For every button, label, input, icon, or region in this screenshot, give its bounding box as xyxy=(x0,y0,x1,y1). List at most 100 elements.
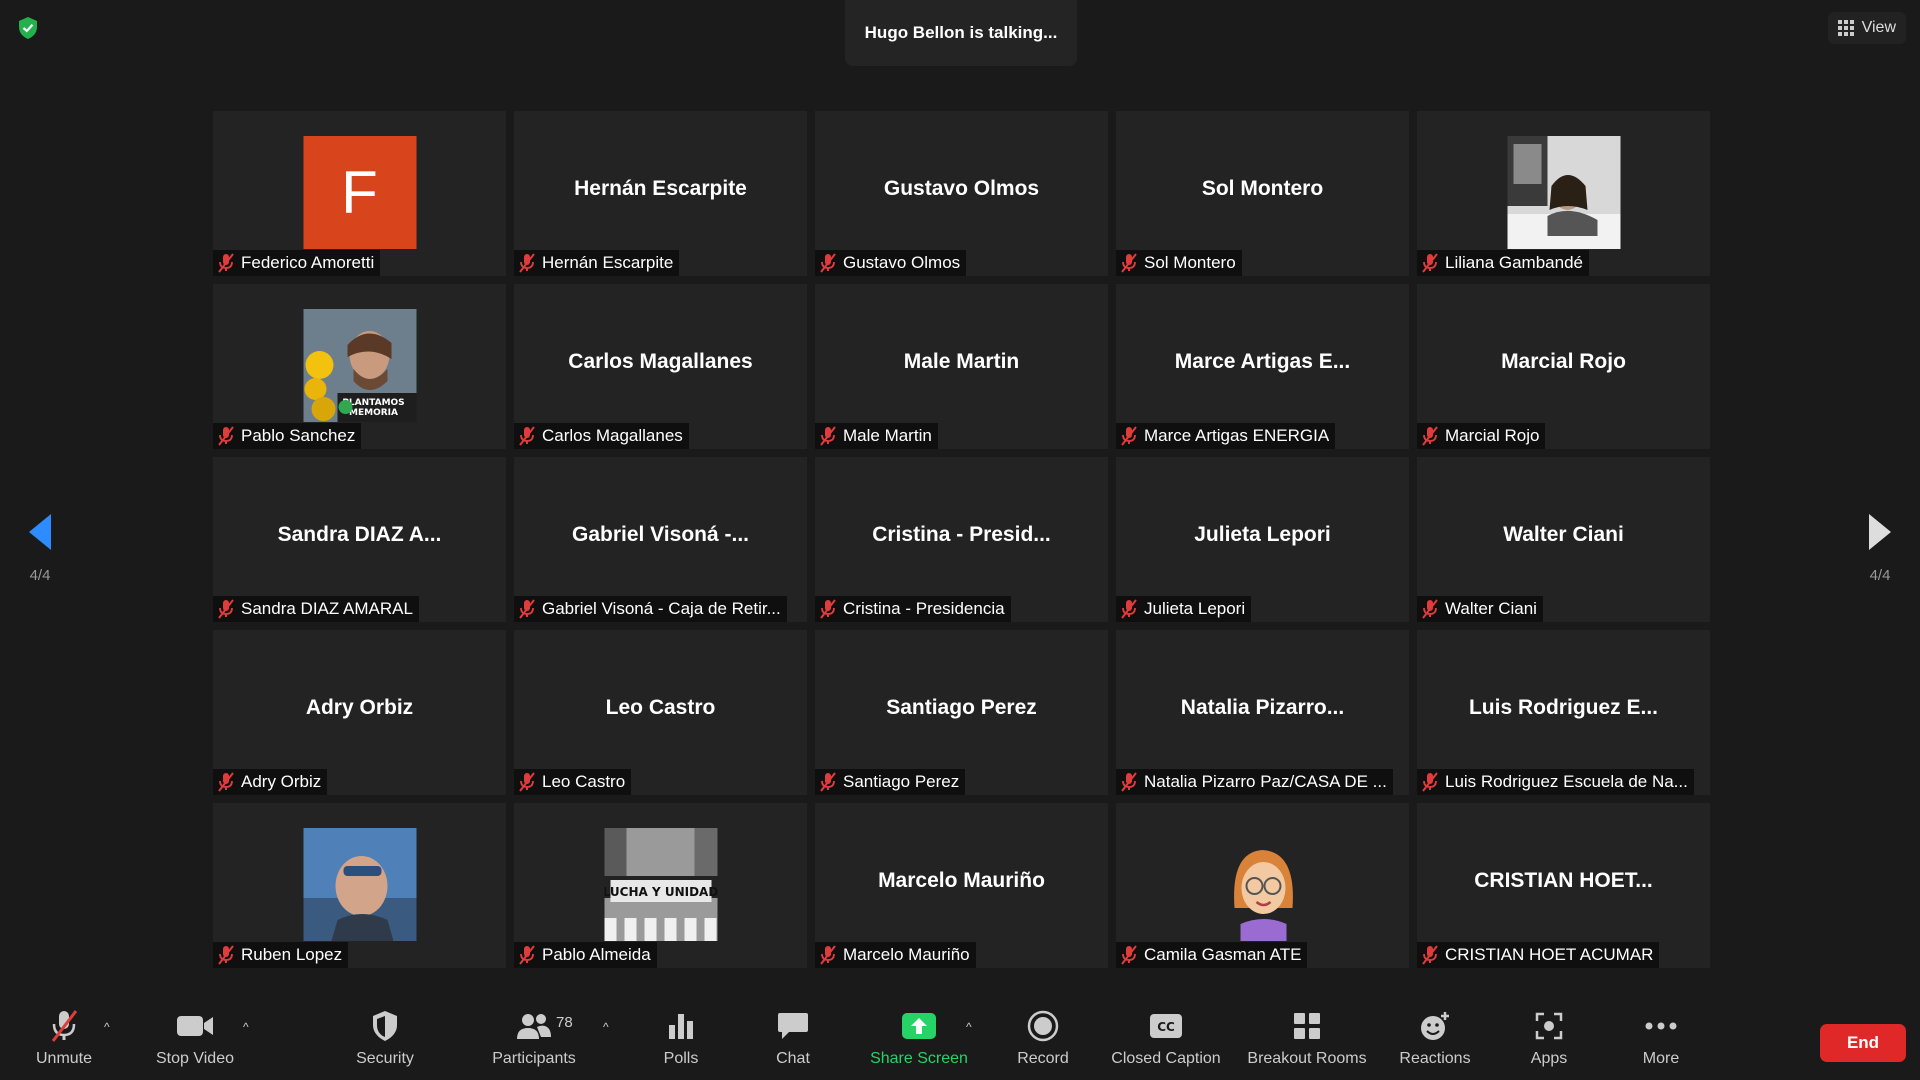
share-screen-button[interactable]: Share Screen xyxy=(866,1008,972,1076)
participant-name: Gabriel Visoná - Caja de Retir... xyxy=(542,599,781,618)
apps-button[interactable]: Apps xyxy=(1524,1008,1574,1076)
more-dots-icon xyxy=(1645,1022,1677,1030)
mic-muted-icon xyxy=(1422,253,1438,273)
participants-options-caret-icon[interactable]: ^ xyxy=(603,1020,609,1034)
meeting-toolbar: Unmute ^ Stop Video ^ Security Participa… xyxy=(0,1000,1920,1080)
participant-name: Santiago Perez xyxy=(843,772,960,791)
participant-tile[interactable]: Walter Ciani Walter Ciani xyxy=(1417,457,1710,622)
participant-name-label: Cristina - Presidencia xyxy=(815,596,1011,622)
participant-tile[interactable]: Luis Rodriguez E... Luis Rodriguez Escuel… xyxy=(1417,630,1710,795)
photo-ruben xyxy=(303,828,416,941)
participant-tile[interactable]: CRISTIAN HOET... CRISTIAN HOET ACUMAR xyxy=(1417,803,1710,968)
participant-tile[interactable]: PLANTAMOS MEMORIA Pablo Sanchez xyxy=(213,284,506,449)
photo-pablo-almeida: LUCHA Y UNIDAD xyxy=(604,828,717,941)
participant-display-name: Natalia Pizarro... xyxy=(1180,696,1345,719)
participant-display-name: Cristina - Presid... xyxy=(872,523,1051,546)
video-options-caret-icon[interactable]: ^ xyxy=(243,1020,249,1034)
security-button[interactable]: Security xyxy=(350,1008,420,1076)
end-meeting-button[interactable]: End xyxy=(1820,1024,1906,1062)
participant-name-label: Marce Artigas ENERGIA xyxy=(1116,423,1336,449)
participant-tile[interactable]: Liliana Gambandé xyxy=(1417,111,1710,276)
breakout-rooms-button[interactable]: Breakout Rooms xyxy=(1244,1008,1370,1076)
share-options-caret-icon[interactable]: ^ xyxy=(966,1020,972,1034)
participant-avatar xyxy=(1507,136,1620,249)
mic-muted-icon xyxy=(519,253,535,273)
memoji-avatar xyxy=(1206,828,1319,941)
participant-name-label: Gabriel Visoná - Caja de Retir... xyxy=(514,596,787,622)
unmute-button[interactable]: Unmute xyxy=(28,1008,100,1076)
participant-name-label: Marcelo Mauriño xyxy=(815,942,976,968)
participant-tile[interactable]: Sol Montero Sol Montero xyxy=(1116,111,1409,276)
page-indicator-left: 4/4 xyxy=(29,567,51,584)
participant-tile[interactable]: Camila Gasman ATE xyxy=(1116,803,1409,968)
participant-display-name: Marcelo Mauriño xyxy=(878,869,1045,892)
security-shield-icon xyxy=(373,1011,397,1041)
participant-tile[interactable]: Natalia Pizarro... Natalia Pizarro Paz/CA… xyxy=(1116,630,1409,795)
record-button[interactable]: Record xyxy=(1012,1008,1074,1076)
video-camera-icon xyxy=(177,1016,213,1036)
participant-tile[interactable]: Marcelo Mauriño Marcelo Mauriño xyxy=(815,803,1108,968)
participant-name-label: Gustavo Olmos xyxy=(815,250,967,276)
participant-name-label: Federico Amoretti xyxy=(213,250,381,276)
participant-tile[interactable]: Julieta Lepori Julieta Lepori xyxy=(1116,457,1409,622)
participant-tile[interactable]: F Federico Amoretti xyxy=(213,111,506,276)
view-button-label: View xyxy=(1861,19,1896,36)
participants-label: Participants xyxy=(492,1050,576,1067)
prev-page-nav[interactable]: 4/4 xyxy=(10,512,70,584)
mic-muted-icon xyxy=(1422,772,1438,792)
mic-muted-icon xyxy=(820,945,836,965)
more-button[interactable]: More xyxy=(1636,1008,1686,1076)
participant-display-name: Gustavo Olmos xyxy=(883,177,1040,200)
mic-muted-icon xyxy=(820,253,836,273)
participant-display-name: Marcial Rojo xyxy=(1501,350,1626,373)
participant-tile[interactable]: Gabriel Visoná -... Gabriel Visoná - Caja… xyxy=(514,457,807,622)
participant-tile[interactable]: Gustavo Olmos Gustavo Olmos xyxy=(815,111,1108,276)
breakout-rooms-grid-icon xyxy=(1294,1013,1320,1039)
encryption-shield-icon[interactable] xyxy=(16,16,40,40)
participant-name: Gustavo Olmos xyxy=(843,253,961,272)
participant-tile[interactable]: Sandra DIAZ A... Sandra DIAZ AMARAL xyxy=(213,457,506,622)
mic-muted-icon xyxy=(218,426,234,446)
participant-display-name: Julieta Lepori xyxy=(1194,523,1331,546)
participant-tile[interactable]: Marce Artigas E... Marce Artigas ENERGIA xyxy=(1116,284,1409,449)
participant-name-label: Carlos Magallanes xyxy=(514,423,689,449)
reactions-button[interactable]: Reactions xyxy=(1394,1008,1476,1076)
participant-display-name: Sandra DIAZ A... xyxy=(277,523,442,546)
view-button[interactable]: View xyxy=(1827,12,1906,44)
participant-tile[interactable]: Male Martin Male Martin xyxy=(815,284,1108,449)
participant-name-label: Sol Montero xyxy=(1116,250,1242,276)
next-page-nav[interactable]: 4/4 xyxy=(1850,512,1910,584)
audio-options-caret-icon[interactable]: ^ xyxy=(104,1020,110,1034)
participant-tile[interactable]: Adry Orbiz Adry Orbiz xyxy=(213,630,506,795)
participant-tile[interactable]: Ruben Lopez xyxy=(213,803,506,968)
participant-name-label: Adry Orbiz xyxy=(213,769,328,795)
apps-label: Apps xyxy=(1530,1050,1568,1067)
participant-tile[interactable]: Cristina - Presid... Cristina - Presidenc… xyxy=(815,457,1108,622)
polls-button[interactable]: Polls xyxy=(650,1008,712,1076)
participant-name: Pablo Sanchez xyxy=(241,426,356,445)
stop-video-button[interactable]: Stop Video xyxy=(148,1008,242,1076)
closed-caption-button[interactable]: CC Closed Caption xyxy=(1108,1008,1224,1076)
polls-bar-icon xyxy=(669,1014,693,1039)
participant-name: Federico Amoretti xyxy=(241,253,375,272)
participant-tile[interactable]: Santiago Perez Santiago Perez xyxy=(815,630,1108,795)
participant-tile[interactable]: LUCHA Y UNIDAD Pablo Almeida xyxy=(514,803,807,968)
mic-muted-icon xyxy=(1121,945,1137,965)
participant-tile[interactable]: Carlos Magallanes Carlos Magallanes xyxy=(514,284,807,449)
participant-tile[interactable]: Leo Castro Leo Castro xyxy=(514,630,807,795)
reactions-label: Reactions xyxy=(1399,1050,1471,1067)
chat-button[interactable]: Chat xyxy=(766,1008,820,1076)
participant-avatar xyxy=(1206,828,1319,941)
avatar-letter: F xyxy=(341,159,378,226)
participant-name: Male Martin xyxy=(843,426,932,445)
mic-muted-icon xyxy=(820,426,836,446)
participant-name: Liliana Gambandé xyxy=(1445,253,1583,272)
participant-name-label: CRISTIAN HOET ACUMAR xyxy=(1417,942,1660,968)
arrow-left-icon[interactable] xyxy=(27,512,53,552)
participant-display-name: Leo Castro xyxy=(605,696,716,719)
polls-label: Polls xyxy=(663,1050,699,1067)
participant-tile[interactable]: Hernán Escarpite Hernán Escarpite xyxy=(514,111,807,276)
participant-avatar: F xyxy=(303,136,416,249)
participant-tile[interactable]: Marcial Rojo Marcial Rojo xyxy=(1417,284,1710,449)
arrow-right-icon[interactable] xyxy=(1867,512,1893,552)
